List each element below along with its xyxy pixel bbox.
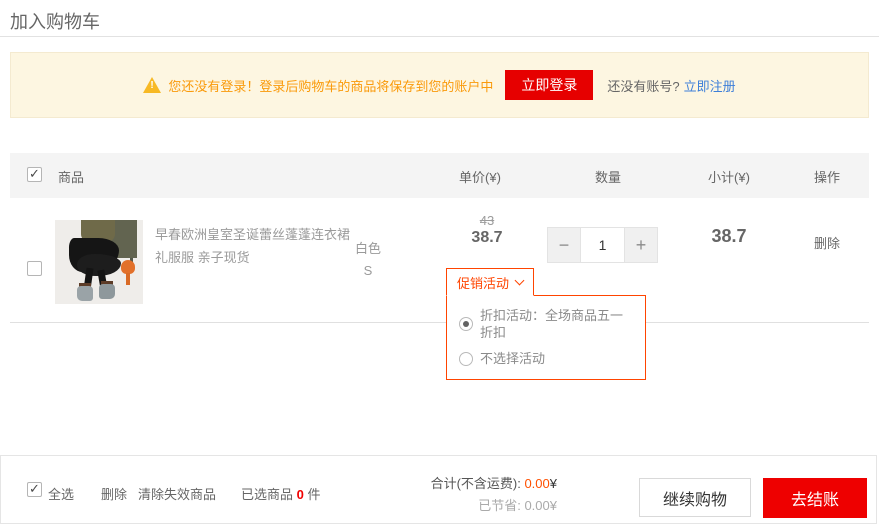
- title-divider: [0, 36, 879, 37]
- chevron-down-icon: [515, 276, 525, 286]
- warning-mark: !: [150, 80, 153, 91]
- item-subtotal: 38.7: [711, 226, 746, 247]
- product-size: S: [340, 260, 396, 282]
- select-all-checkbox[interactable]: [27, 482, 42, 497]
- product-color: 白色: [340, 238, 396, 260]
- product-title[interactable]: 早春欧洲皇室圣诞蕾丝蓬蓬连衣裙礼服服 亲子现货: [155, 223, 351, 269]
- banner-message-wrap: ! 您还没有登录！登录后购物车的商品将保存到您的账户中: [143, 76, 493, 95]
- column-header-quantity: 数量: [595, 167, 621, 186]
- column-header-action: 操作: [814, 167, 840, 186]
- radio-selected-icon[interactable]: [459, 317, 473, 331]
- saved-label: 已节省:: [478, 498, 524, 513]
- product-image[interactable]: [55, 220, 143, 304]
- column-header-subtotal: 小计(¥): [708, 167, 750, 186]
- saved-line: 已节省: 0.00¥: [431, 495, 557, 517]
- quantity-input[interactable]: [580, 228, 625, 262]
- total-line: 合计(不含运费): 0.00¥: [431, 473, 557, 495]
- quantity-stepper: − +: [547, 227, 658, 263]
- quantity-increase-button[interactable]: +: [625, 228, 657, 262]
- item-checkbox[interactable]: [27, 261, 42, 276]
- promotion-label: 促销活动: [457, 273, 509, 292]
- select-all-header-checkbox[interactable]: [27, 167, 42, 182]
- no-account-text: 还没有账号?: [607, 76, 679, 95]
- login-banner: ! 您还没有登录！登录后购物车的商品将保存到您的账户中 立即登录 还没有账号? …: [10, 52, 869, 118]
- image-art-lamp: [121, 260, 135, 274]
- checkout-button[interactable]: 去结账: [763, 478, 867, 518]
- original-price: 43: [471, 213, 502, 228]
- promotion-option-label: 折扣活动：全场商品五一折扣: [480, 307, 633, 341]
- image-art-lamp-base: [126, 273, 130, 285]
- saved-value: 0.00: [524, 498, 549, 513]
- radio-unselected-icon[interactable]: [459, 352, 473, 366]
- unit-price-block: 43 38.7: [471, 213, 502, 247]
- warning-icon: !: [143, 77, 161, 93]
- column-header-unit-price: 单价(¥): [459, 167, 501, 186]
- image-art-boot: [99, 284, 115, 299]
- cart-item-row: 早春欧洲皇室圣诞蕾丝蓬蓬连衣裙礼服服 亲子现货 白色 S 43 38.7 − +…: [10, 198, 869, 323]
- cart-footer-bar: 全选 删除 清除失效商品 已选商品 0 件 合计(不含运费): 0.00¥ 已节…: [0, 455, 877, 524]
- promotion-option-label: 不选择活动: [480, 350, 545, 367]
- page-title: 加入购物车: [10, 8, 100, 34]
- image-art-boot: [77, 286, 93, 301]
- product-variant: 白色 S: [340, 238, 396, 282]
- selected-suffix: 件: [304, 487, 321, 502]
- total-label: 合计(不含运费):: [431, 476, 525, 491]
- register-link[interactable]: 立即注册: [684, 76, 736, 95]
- continue-shopping-button[interactable]: 继续购物: [639, 478, 751, 517]
- cart-table-header: 商品 单价(¥) 数量 小计(¥) 操作: [10, 153, 869, 198]
- promotion-dropdown-panel: 折扣活动：全场商品五一折扣 不选择活动: [446, 295, 646, 380]
- total-value: 0.00: [524, 476, 549, 491]
- promotion-dropdown-toggle[interactable]: 促销活动: [446, 268, 534, 296]
- currency-symbol: ¥: [550, 498, 557, 513]
- clear-invalid-link[interactable]: 清除失效商品: [138, 484, 216, 503]
- currency-symbol: ¥: [550, 476, 557, 491]
- selected-prefix: 已选商品: [241, 487, 297, 502]
- delete-item-link[interactable]: 删除: [814, 233, 840, 252]
- quantity-decrease-button[interactable]: −: [548, 228, 580, 262]
- promotion-option[interactable]: 不选择活动: [459, 350, 633, 367]
- column-header-product: 商品: [58, 167, 84, 186]
- selected-count: 0: [297, 487, 304, 502]
- select-all-label[interactable]: 全选: [48, 484, 74, 503]
- login-button[interactable]: 立即登录: [505, 70, 593, 100]
- banner-message: 您还没有登录！登录后购物车的商品将保存到您的账户中: [168, 76, 493, 95]
- current-price: 38.7: [471, 229, 502, 247]
- promotion-option[interactable]: 折扣活动：全场商品五一折扣: [459, 307, 633, 341]
- footer-delete-link[interactable]: 删除: [101, 484, 127, 503]
- totals-block: 合计(不含运费): 0.00¥ 已节省: 0.00¥: [431, 473, 557, 517]
- selected-count-text: 已选商品 0 件: [241, 484, 320, 503]
